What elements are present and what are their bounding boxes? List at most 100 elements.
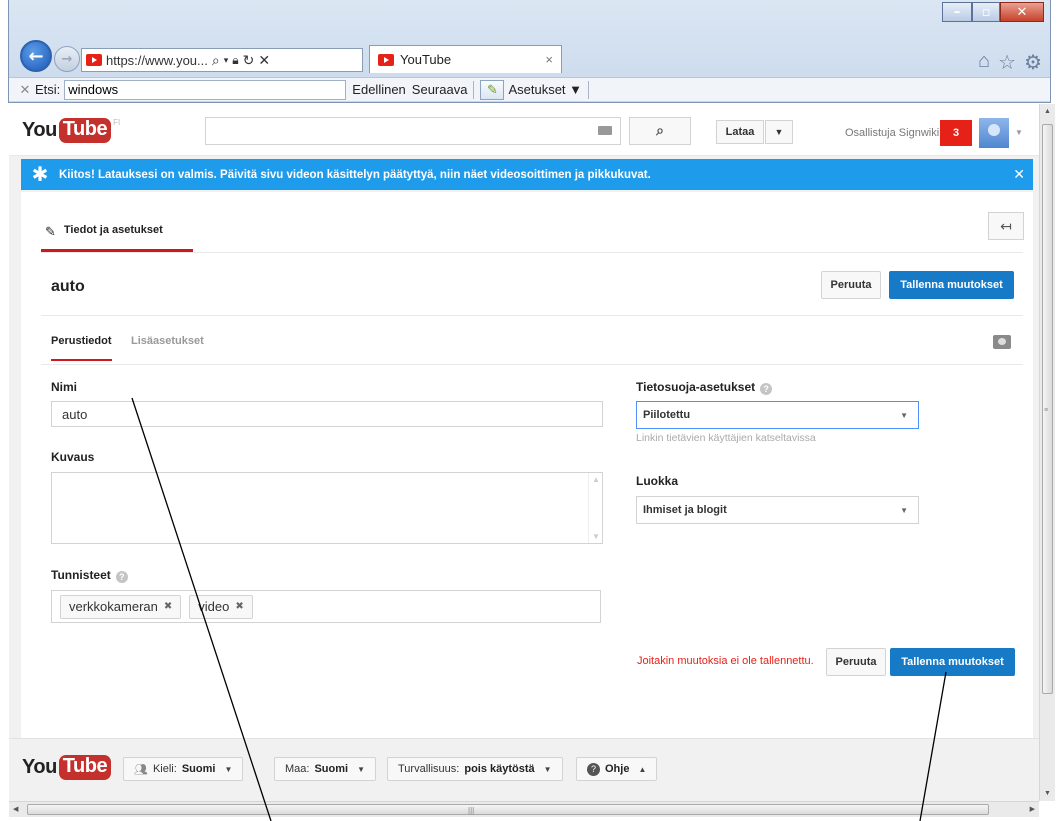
notification-badge[interactable]: 3 [940, 120, 972, 146]
search-icon: ⌕ [656, 123, 664, 139]
home-icon[interactable]: ⌂ [978, 50, 990, 75]
cancel-button[interactable]: Peruuta [821, 271, 881, 299]
find-input[interactable] [64, 79, 347, 100]
save-button[interactable]: Tallenna muutokset [889, 271, 1014, 299]
scroll-up-icon[interactable]: ▲ [592, 475, 600, 484]
unsaved-changes-message: Joitakin muutoksia ei ole tallennettu. [637, 655, 814, 667]
tab-basic-info[interactable]: Perustiedot [51, 335, 112, 361]
divider [473, 80, 475, 99]
title-input[interactable]: auto [51, 401, 603, 427]
title-input-value: auto [62, 406, 88, 422]
footer-youtube-logo[interactable]: You Tube [22, 755, 112, 780]
youtube-favicon-icon [86, 54, 102, 66]
banner-message: Kiitos! Latauksesi on valmis. Päivitä si… [59, 168, 651, 181]
find-options-button[interactable]: Asetukset ▼ [508, 82, 582, 97]
tab-info-settings[interactable]: ✎ Tiedot ja asetukset [41, 212, 193, 252]
tags-input[interactable]: verkkokameran ✖ video ✖ [51, 590, 601, 623]
forward-button[interactable]: → [54, 46, 80, 72]
upload-dropdown-button[interactable]: ▼ [765, 120, 793, 144]
country-label: Maa: [285, 763, 310, 775]
scroll-up-icon[interactable]: ▲ [1044, 108, 1051, 115]
tab-youtube[interactable]: YouTube × [369, 45, 562, 73]
youtube-page: You Tube FI ⌕ Lataa ▼ Osallistuja Signwi… [9, 104, 1039, 801]
safety-button[interactable]: Turvallisuus: pois käytöstä ▼ [387, 757, 563, 781]
upload-button[interactable]: Lataa [716, 120, 764, 144]
chevron-down-icon: ▼ [900, 505, 908, 515]
privacy-note: Linkin tietävien käyttäjien katseltaviss… [636, 432, 816, 444]
chevron-down-icon: ▼ [900, 410, 908, 420]
settings-gear-icon[interactable]: ⚙ [1024, 50, 1042, 75]
scroll-down-icon[interactable]: ▼ [1044, 790, 1051, 797]
chevron-down-icon: ▼ [774, 127, 784, 137]
divider [41, 252, 1023, 253]
highlight-pencil-icon[interactable]: ✎ [480, 79, 505, 100]
close-banner-icon[interactable]: ✕ [1013, 166, 1025, 183]
maximize-button[interactable]: ▫ [972, 2, 1000, 22]
help-button[interactable]: ? Ohje ▲ [576, 757, 658, 781]
safety-label: Turvallisuus: [398, 763, 460, 775]
favorites-star-icon[interactable]: ☆ [998, 50, 1016, 75]
privacy-value: Piilotettu [643, 409, 691, 421]
masthead: You Tube FI ⌕ Lataa ▼ Osallistuja Signwi… [9, 104, 1039, 156]
description-textarea[interactable]: ▲ ▼ [51, 472, 603, 544]
privacy-label: Tietosuoja-asetukset? [636, 380, 773, 395]
back-button[interactable]: ← [20, 40, 52, 72]
dropdown-icon[interactable]: ▾ [224, 55, 229, 66]
minimize-button[interactable]: – [942, 2, 972, 22]
help-icon: ? [587, 762, 600, 776]
thumbnail-camera-icon[interactable] [993, 335, 1011, 349]
language-value: Suomi [181, 763, 216, 775]
keyboard-icon[interactable] [598, 126, 612, 135]
user-name[interactable]: Osallistuja Signwiki [845, 127, 939, 139]
remove-tag-icon[interactable]: ✖ [235, 601, 243, 612]
tab-advanced-settings[interactable]: Lisäasetukset [131, 335, 204, 347]
close-find-icon[interactable]: ✕ [15, 82, 35, 98]
tab-close-icon[interactable]: × [545, 52, 553, 67]
search-button[interactable]: ⌕ [629, 117, 691, 145]
scroll-down-icon[interactable]: ▼ [592, 532, 600, 541]
language-label: Kieli: [152, 763, 177, 775]
tag-text: video [198, 599, 230, 614]
find-next-button[interactable]: Seuraava [412, 82, 468, 97]
search-input[interactable] [205, 117, 621, 145]
video-title: auto [51, 278, 85, 295]
logo-tube: Tube [58, 755, 112, 780]
youtube-logo[interactable]: You Tube FI [22, 118, 120, 143]
youtube-favicon-icon [378, 53, 394, 66]
save-button-bottom[interactable]: Tallenna muutokset [890, 648, 1015, 676]
divider [588, 80, 590, 99]
textarea-scrollbar[interactable]: ▲ ▼ [588, 473, 602, 543]
tags-label: Tunnisteet? [51, 568, 128, 583]
scroll-right-icon[interactable]: ▶ [1030, 805, 1035, 813]
lock-icon: 🔒︎ [232, 52, 239, 67]
category-select[interactable]: Ihmiset ja blogit ▼ [636, 496, 919, 524]
stop-icon[interactable]: ✕ [258, 52, 270, 69]
horizontal-scroll-thumb[interactable]: ||| [27, 804, 989, 815]
scroll-left-icon[interactable]: ◀ [13, 805, 18, 813]
find-previous-button[interactable]: Edellinen [352, 82, 406, 97]
help-icon[interactable]: ? [115, 571, 128, 583]
safety-value: pois käytöstä [464, 763, 535, 775]
help-icon[interactable]: ? [760, 383, 773, 395]
name-label: Nimi [51, 380, 78, 394]
close-window-button[interactable]: ✕ [1000, 2, 1044, 22]
video-editor-panel: ✎ Tiedot ja asetukset ↤ auto Peruuta Tal… [21, 192, 1033, 738]
tab-label: Tiedot ja asetukset [63, 224, 163, 236]
chevron-down-icon: ▼ [543, 764, 552, 774]
back-arrow-button[interactable]: ↤ [988, 212, 1024, 240]
vertical-scrollbar[interactable]: ▲ ≡ ▼ [1039, 104, 1055, 801]
tag-text: verkkokameran [69, 599, 158, 614]
address-url: https://www.you... [106, 52, 208, 68]
cancel-button-bottom[interactable]: Peruuta [826, 648, 886, 676]
address-bar[interactable]: https://www.you... ⌕ ▾ 🔒︎ ↻ ✕ [81, 48, 363, 72]
chevron-down-icon[interactable]: ▼ [1015, 128, 1023, 137]
privacy-select[interactable]: Piilotettu ▼ [636, 401, 919, 429]
avatar[interactable] [979, 118, 1009, 148]
search-icon[interactable]: ⌕ [212, 52, 220, 69]
tag-chip: video ✖ [189, 594, 253, 619]
horizontal-scrollbar[interactable]: ◀ ||| ▶ [9, 801, 1039, 817]
remove-tag-icon[interactable]: ✖ [164, 601, 172, 612]
refresh-icon[interactable]: ↻ [243, 52, 255, 69]
country-button[interactable]: Maa: Suomi ▼ [274, 757, 377, 781]
language-button[interactable]: 👥︎ Kieli: Suomi ▼ [123, 757, 244, 781]
